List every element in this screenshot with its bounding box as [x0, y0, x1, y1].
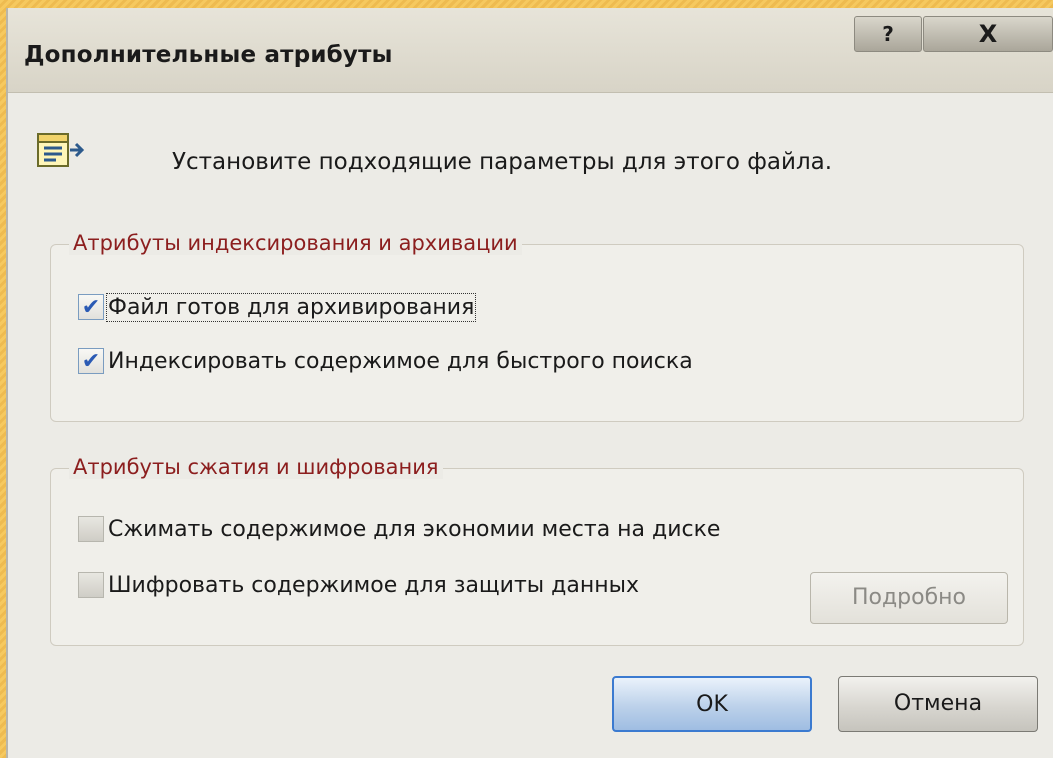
archive-ready-label[interactable]: Файл готов для архивирования: [105, 292, 477, 322]
compress-checkbox[interactable]: [78, 516, 104, 542]
group-title: Атрибуты сжатия и шифрования: [69, 455, 443, 479]
index-content-label[interactable]: Индексировать содержимое для быстрого по…: [108, 349, 693, 374]
close-button[interactable]: X: [923, 16, 1053, 52]
cancel-button[interactable]: Отмена: [838, 676, 1038, 732]
encrypt-checkbox[interactable]: [78, 572, 104, 598]
help-button[interactable]: ?: [854, 16, 922, 52]
advanced-attributes-dialog: Дополнительные атрибуты ? X Установите п…: [8, 8, 1053, 758]
group-title: Атрибуты индексирования и архивации: [69, 231, 522, 255]
index-content-option[interactable]: ✔ Индексировать содержимое для быстрого …: [78, 348, 693, 374]
window-title: Дополнительные атрибуты: [24, 42, 393, 68]
encrypt-label[interactable]: Шифровать содержимое для защиты данных: [108, 573, 639, 598]
compress-option[interactable]: Сжимать содержимое для экономии места на…: [78, 516, 720, 542]
index-content-checkbox[interactable]: ✔: [78, 348, 104, 374]
details-button[interactable]: Подробно: [810, 572, 1008, 624]
title-bar[interactable]: Дополнительные атрибуты ? X: [8, 8, 1053, 93]
file-attributes-icon: [37, 133, 85, 167]
ok-button[interactable]: OK: [612, 676, 812, 732]
compress-label[interactable]: Сжимать содержимое для экономии места на…: [108, 517, 720, 542]
encrypt-option[interactable]: Шифровать содержимое для защиты данных: [78, 572, 639, 598]
archive-ready-checkbox[interactable]: ✔: [78, 294, 104, 320]
indexing-archive-group: Атрибуты индексирования и архивации: [50, 231, 1024, 422]
archive-ready-option[interactable]: ✔ Файл готов для архивирования: [78, 292, 477, 322]
instruction-text: Установите подходящие параметры для этог…: [172, 149, 833, 175]
